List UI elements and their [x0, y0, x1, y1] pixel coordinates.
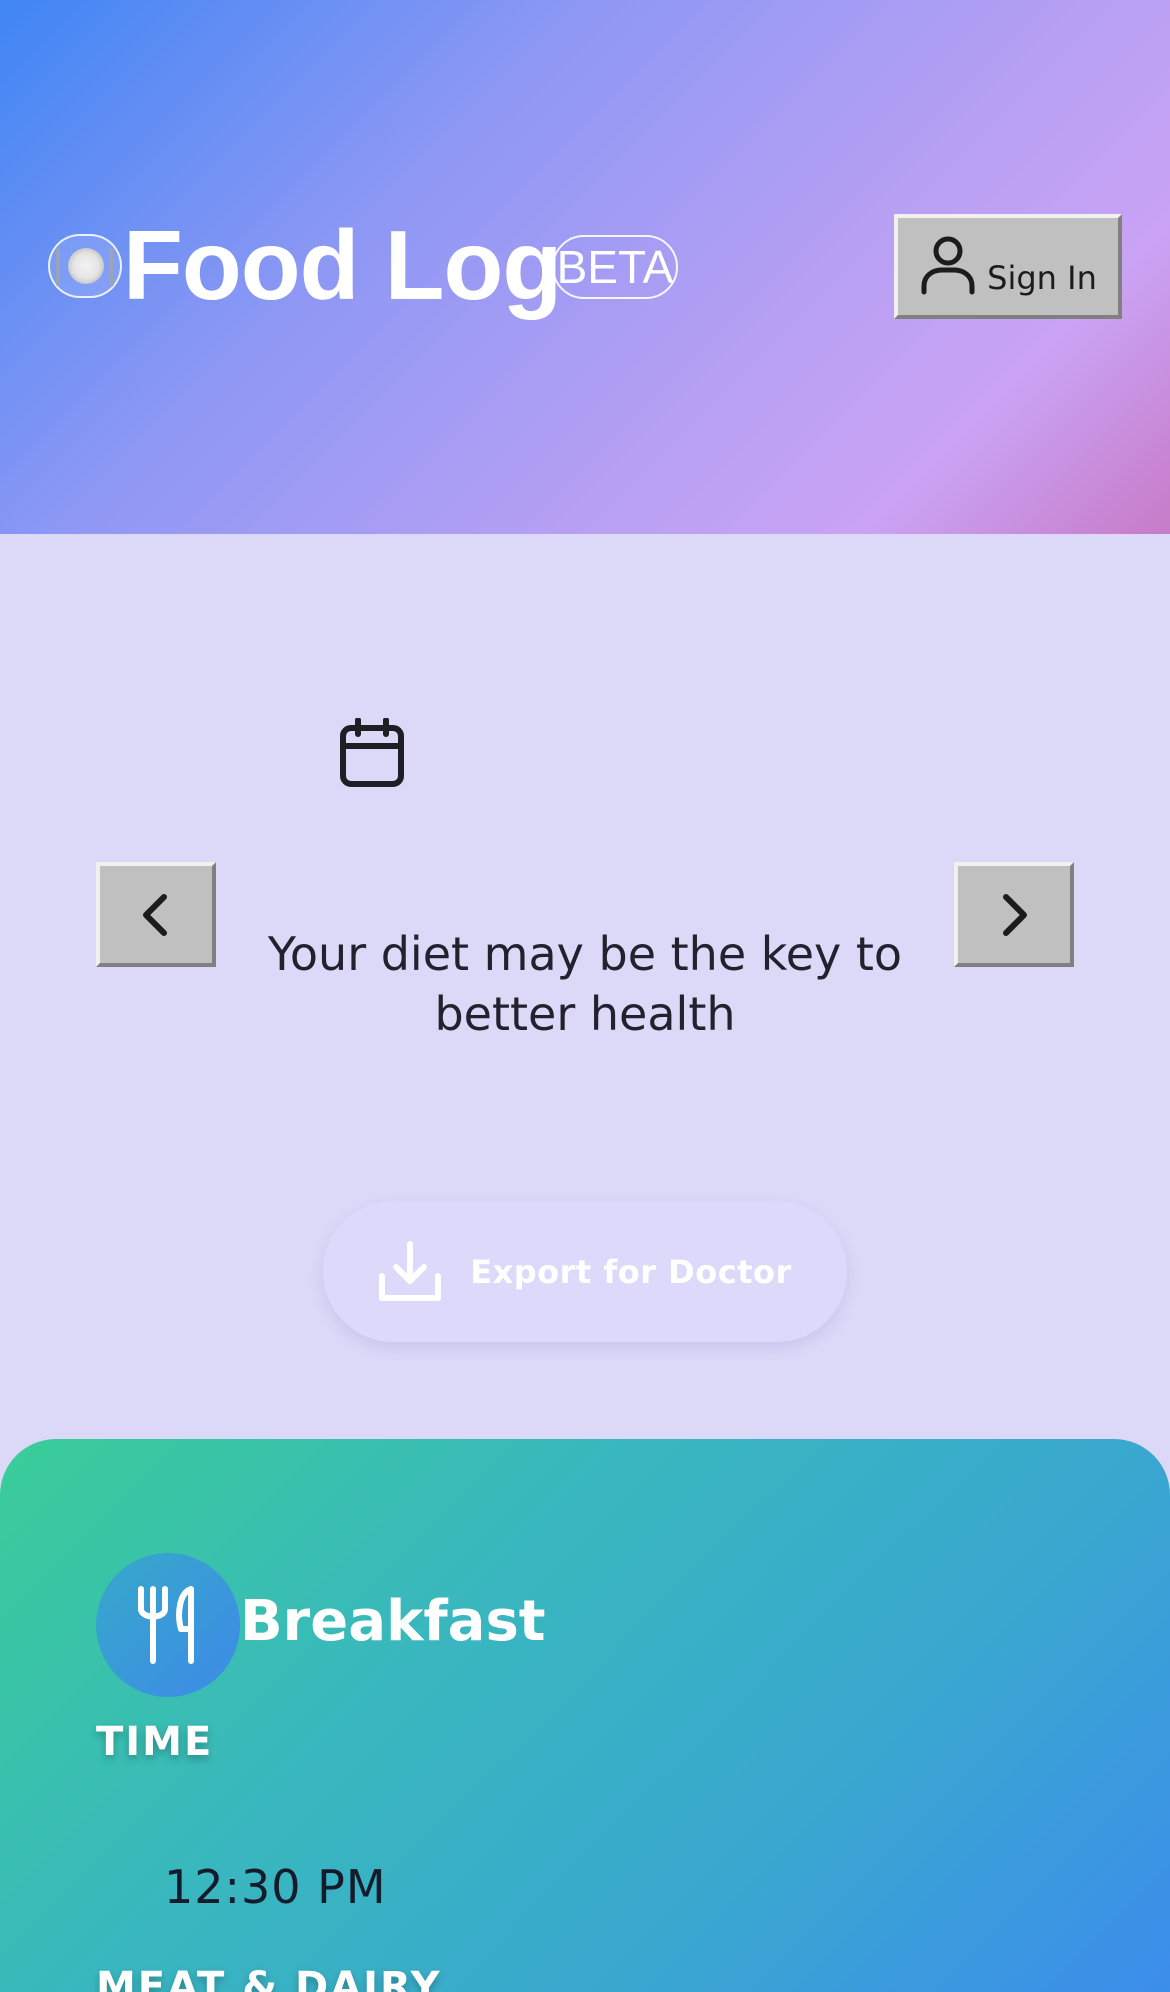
meat-dairy-label: MEAT & DAIRY [96, 1964, 442, 1992]
download-icon [379, 1240, 442, 1301]
chevron-right-icon [1003, 893, 1027, 936]
meal-title: Breakfast [240, 1589, 546, 1654]
tagline-text: Your diet may be the key to better healt… [267, 927, 903, 1041]
fork-knife-icon [96, 1553, 240, 1697]
calendar-icon[interactable] [338, 718, 406, 790]
time-value[interactable]: 12:30 PM [164, 1857, 387, 1917]
sign-in-button[interactable]: Sign In [894, 214, 1122, 319]
meal-card-breakfast: Breakfast TIME 12:30 PM MEAT & DAIRY [0, 1439, 1170, 1992]
export-label: Export for Doctor [470, 1252, 792, 1291]
plate-with-cutlery-icon [48, 234, 122, 298]
next-day-button[interactable] [954, 862, 1074, 967]
chevron-left-icon [143, 893, 167, 936]
beta-badge: BETA [552, 235, 678, 299]
previous-day-button[interactable] [96, 862, 216, 967]
export-for-doctor-button[interactable]: Export for Doctor [323, 1201, 847, 1342]
app-title: Food Log [123, 210, 562, 320]
sign-in-label: Sign In [987, 258, 1097, 297]
app-header: Food Log BETA Sign In [0, 0, 1170, 534]
user-icon [921, 236, 975, 294]
time-label: TIME [96, 1719, 214, 1765]
